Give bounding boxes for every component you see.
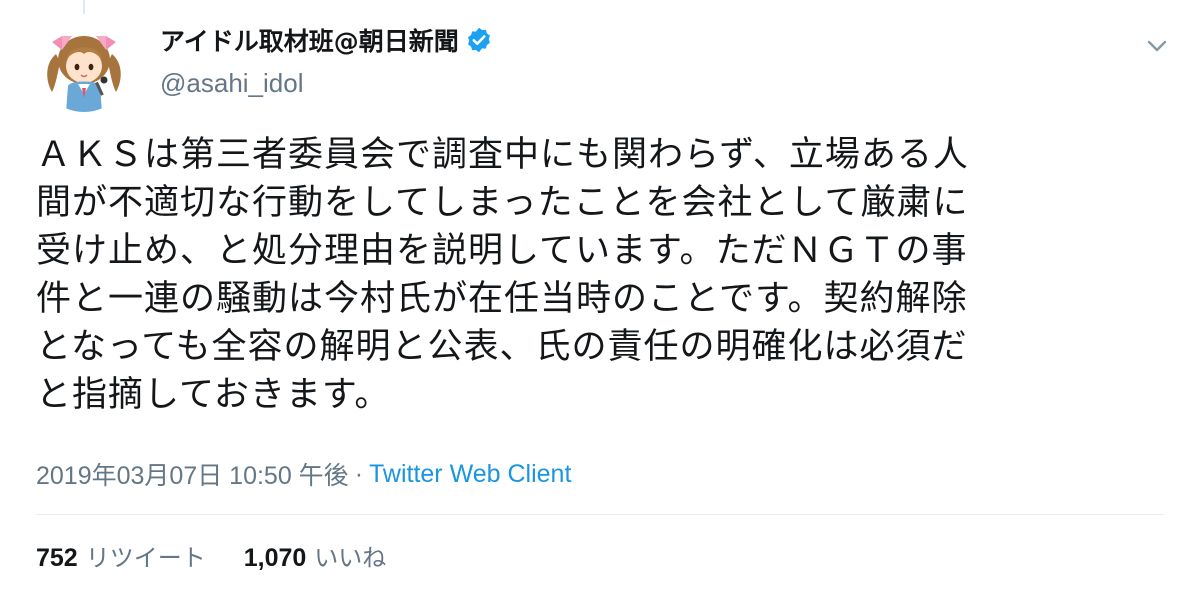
- engagement-stats: 752 リツイート 1,070 いいね: [36, 537, 386, 573]
- idol-girl-avatar-icon: [38, 20, 130, 112]
- thread-connector-line: [83, 0, 85, 14]
- retweets-label: リツイート: [85, 543, 206, 572]
- meta-separator: ·: [354, 459, 364, 488]
- tweet-timestamp[interactable]: 2019年03月07日 10:50 午後: [36, 456, 349, 492]
- tweet-card: アイドル取材班@朝日新聞 @asahi_idol ＡＫＳは第三者委員会で調査中に…: [0, 0, 1200, 592]
- tweet-metadata: 2019年03月07日 10:50 午後 · Twitter Web Clien…: [36, 457, 571, 491]
- likes-stat[interactable]: 1,070 いいね: [244, 538, 387, 573]
- tweet-text: ＡＫＳは第三者委員会で調査中にも関わらず、立場ある人 間が不適切な行動をしてしま…: [36, 135, 969, 415]
- retweets-count: 752: [36, 543, 78, 572]
- name-row: アイドル取材班@朝日新聞: [160, 20, 493, 60]
- likes-label: いいね: [314, 543, 387, 572]
- chevron-down-icon[interactable]: [1144, 36, 1170, 56]
- avatar[interactable]: [38, 20, 130, 112]
- client-link[interactable]: Twitter Web Client: [369, 460, 571, 489]
- divider: [36, 514, 1164, 515]
- author-block[interactable]: アイドル取材班@朝日新聞 @asahi_idol: [160, 20, 493, 99]
- retweets-stat[interactable]: 752 リツイート: [36, 538, 206, 573]
- likes-count: 1,070: [243, 543, 307, 572]
- verified-badge-icon: [465, 26, 493, 54]
- author-display-name[interactable]: アイドル取材班@朝日新聞: [160, 22, 459, 58]
- author-handle[interactable]: @asahi_idol: [160, 68, 493, 99]
